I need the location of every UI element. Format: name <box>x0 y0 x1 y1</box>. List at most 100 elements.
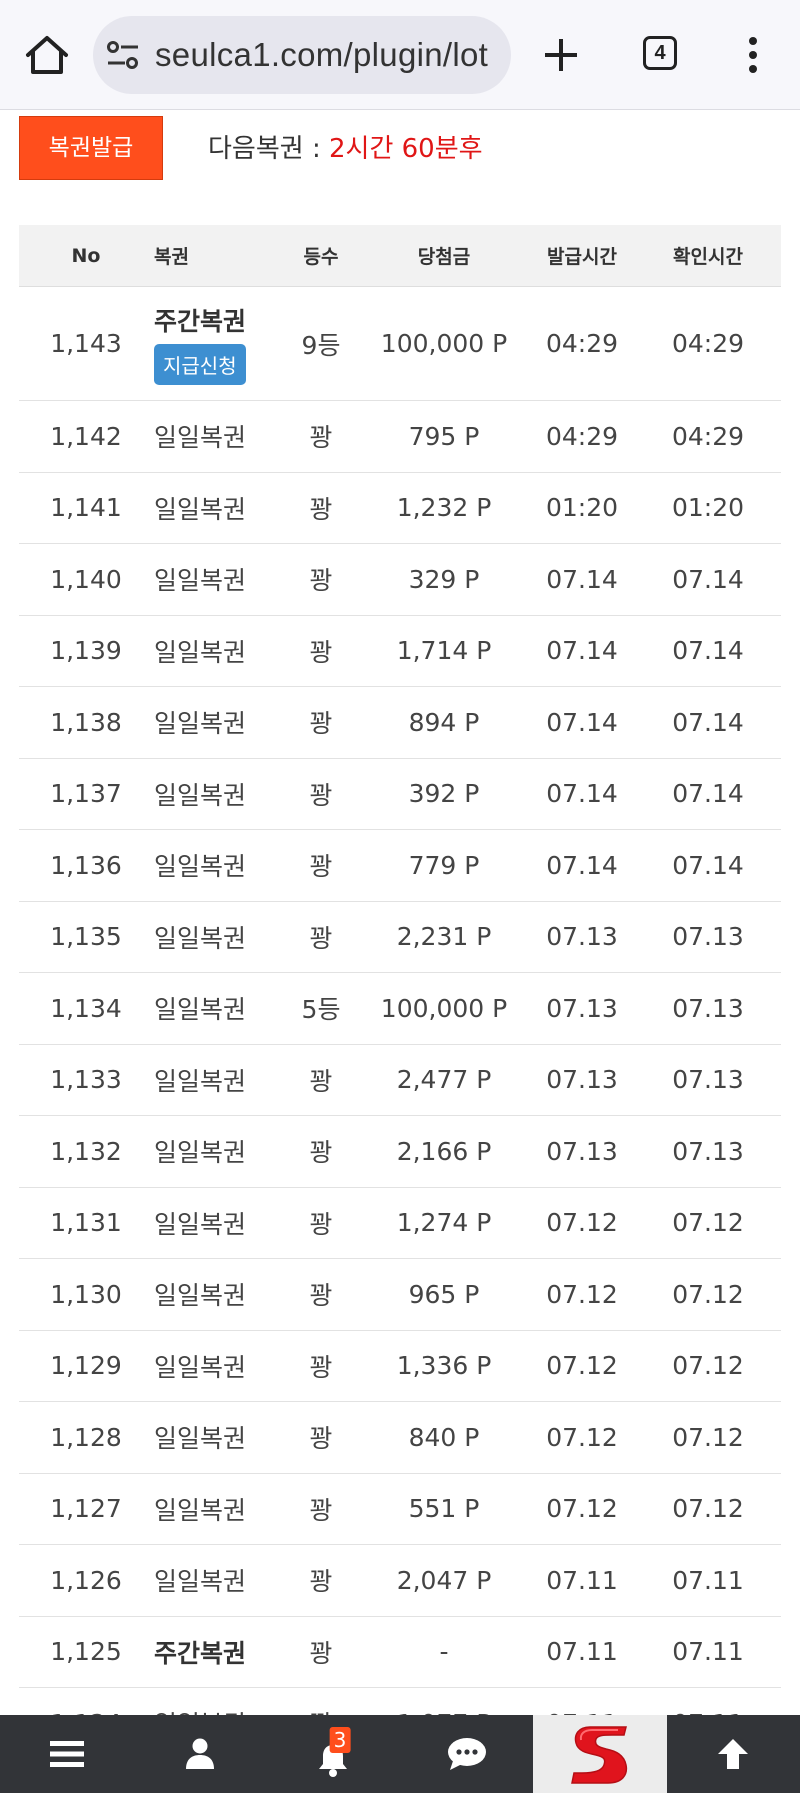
cell-rank: 꽝 <box>309 566 333 596</box>
header-amount[interactable]: 당첨금 <box>369 242 519 269</box>
cell-no: 1,134 <box>50 993 122 1023</box>
table-row[interactable]: 1,125 주간복권 꽝 - 07.11 07.11 <box>19 1617 781 1688</box>
cell-issued: 07.12 <box>546 1494 618 1524</box>
issue-lottery-button[interactable]: 복권발급 <box>19 116 163 180</box>
table-row[interactable]: 1,135 일일복권 꽝 2,231 P 07.13 07.13 <box>19 902 781 973</box>
cell-amount: 779 P <box>408 850 480 880</box>
chat-icon <box>447 1738 486 1770</box>
table-row[interactable]: 1,140 일일복권 꽝 329 P 07.14 07.14 <box>19 544 781 616</box>
cell-no: 1,141 <box>50 493 122 523</box>
cell-amount: 840 P <box>408 1422 480 1452</box>
cell-rank: 꽝 <box>309 494 333 524</box>
cell-checked: 07.14 <box>672 564 744 594</box>
table-row[interactable]: 1,132 일일복권 꽝 2,166 P 07.13 07.13 <box>19 1116 781 1188</box>
table-row[interactable]: 1,129 일일복권 꽝 1,336 P 07.12 07.12 <box>19 1331 781 1402</box>
cell-amount: 795 P <box>408 421 480 451</box>
cell-checked: 07.11 <box>672 1565 744 1595</box>
cell-no: 1,129 <box>50 1351 122 1381</box>
tab-switcher-button[interactable]: 4 <box>643 36 677 70</box>
cell-rank: 꽝 <box>309 637 333 667</box>
cell-type: 일일복권 <box>153 1062 273 1098</box>
table-row[interactable]: 1,143 주간복권 지급신청 9등 100,000 P 04:29 04:29 <box>19 287 781 401</box>
more-options-icon[interactable] <box>745 36 761 74</box>
table-row[interactable]: 1,126 일일복권 꽝 2,047 P 07.11 07.11 <box>19 1545 781 1617</box>
table-row[interactable]: 1,137 일일복권 꽝 392 P 07.14 07.14 <box>19 759 781 830</box>
cell-no: 1,133 <box>50 1065 122 1095</box>
cell-no: 1,132 <box>50 1136 122 1166</box>
cell-rank: 5등 <box>301 995 341 1025</box>
cell-issued: 07.13 <box>546 1065 618 1095</box>
table-row[interactable]: 1,142 일일복권 꽝 795 P 04:29 04:29 <box>19 401 781 473</box>
cell-type: 주간복권 <box>153 1634 273 1670</box>
cell-rank: 9등 <box>301 330 341 360</box>
cell-checked: 07.13 <box>672 922 744 952</box>
cell-type: 일일복권 <box>153 1491 273 1527</box>
cell-issued: 07.12 <box>546 1208 618 1238</box>
cell-type: 일일복권 <box>153 704 273 740</box>
cell-checked: 07.11 <box>672 1637 744 1667</box>
cell-issued: 07.14 <box>546 707 618 737</box>
table-row[interactable]: 1,130 일일복권 꽝 965 P 07.12 07.12 <box>19 1259 781 1331</box>
claim-payout-button[interactable]: 지급신청 <box>154 344 246 385</box>
cell-issued: 04:29 <box>545 421 619 451</box>
table-row[interactable]: 1,133 일일복권 꽝 2,477 P 07.13 07.13 <box>19 1045 781 1116</box>
lottery-type: 일일복권 <box>154 709 247 739</box>
cell-amount: 100,000 P <box>380 993 508 1023</box>
cell-no: 1,143 <box>50 329 122 358</box>
nav-menu[interactable] <box>0 1715 133 1793</box>
lottery-type: 일일복권 <box>154 1567 247 1597</box>
table-row[interactable]: 1,134 일일복권 5등 100,000 P 07.13 07.13 <box>19 973 781 1045</box>
nav-chat[interactable] <box>400 1715 533 1793</box>
header-type[interactable]: 복권 <box>153 242 273 269</box>
cell-checked: 07.13 <box>672 1136 744 1166</box>
cell-issued: 07.14 <box>546 564 618 594</box>
cell-rank: 꽝 <box>309 923 333 953</box>
table-row[interactable]: 1,138 일일복권 꽝 894 P 07.14 07.14 <box>19 687 781 759</box>
next-lottery-timer: 2시간 60분후 <box>328 134 483 164</box>
address-bar[interactable]: seulca1.com/plugin/lot <box>93 16 511 94</box>
cell-checked: 07.12 <box>672 1279 744 1309</box>
table-row[interactable]: 1,141 일일복권 꽝 1,232 P 01:20 01:20 <box>19 473 781 544</box>
cell-amount: 329 P <box>408 564 480 594</box>
table-row[interactable]: 1,131 일일복권 꽝 1,274 P 07.12 07.12 <box>19 1188 781 1259</box>
nav-scroll-top[interactable] <box>667 1715 800 1793</box>
notification-count-badge: 3 <box>329 1727 351 1753</box>
home-icon[interactable] <box>24 34 70 76</box>
table-row[interactable]: 1,128 일일복권 꽝 840 P 07.12 07.12 <box>19 1402 781 1474</box>
cell-rank: 꽝 <box>309 1567 333 1597</box>
cell-rank: 꽝 <box>309 1138 333 1168</box>
table-row[interactable]: 1,127 일일복권 꽝 551 P 07.12 07.12 <box>19 1474 781 1545</box>
cell-issued: 07.13 <box>546 1136 618 1166</box>
header-rank[interactable]: 등수 <box>273 242 369 269</box>
lottery-type: 일일복권 <box>154 494 247 524</box>
cell-type: 일일복권 <box>153 561 273 597</box>
header-issued[interactable]: 발급시간 <box>519 242 645 269</box>
cell-no: 1,128 <box>50 1422 122 1452</box>
cell-rank: 꽝 <box>309 1638 333 1668</box>
cell-checked: 01:20 <box>671 493 745 523</box>
cell-amount: 1,232 P <box>396 493 492 523</box>
cell-amount: - <box>439 1637 449 1667</box>
site-settings-icon[interactable] <box>107 40 139 70</box>
cell-no: 1,139 <box>50 636 122 666</box>
cell-rank: 꽝 <box>309 1352 333 1382</box>
nav-user[interactable] <box>133 1715 266 1793</box>
cell-no: 1,140 <box>50 564 122 594</box>
nav-home-logo[interactable] <box>533 1715 667 1793</box>
table-row[interactable]: 1,136 일일복권 꽝 779 P 07.14 07.14 <box>19 830 781 902</box>
new-tab-icon[interactable] <box>542 36 580 74</box>
cell-rank: 꽝 <box>309 780 333 810</box>
cell-issued: 07.14 <box>546 636 618 666</box>
cell-type: 주간복권 지급신청 <box>153 302 273 385</box>
header-no[interactable]: No <box>19 245 153 267</box>
arrow-up-icon <box>718 1739 749 1769</box>
cell-no: 1,142 <box>50 421 122 451</box>
nav-notifications[interactable]: 3 <box>267 1715 400 1793</box>
header-checked[interactable]: 확인시간 <box>645 242 771 269</box>
cell-type: 일일복권 <box>153 1562 273 1598</box>
cell-issued: 07.14 <box>546 779 618 809</box>
cell-type: 일일복권 <box>153 847 273 883</box>
cell-rank: 꽝 <box>309 1209 333 1239</box>
table-row[interactable]: 1,139 일일복권 꽝 1,714 P 07.14 07.14 <box>19 616 781 687</box>
cell-issued: 07.12 <box>546 1351 618 1381</box>
